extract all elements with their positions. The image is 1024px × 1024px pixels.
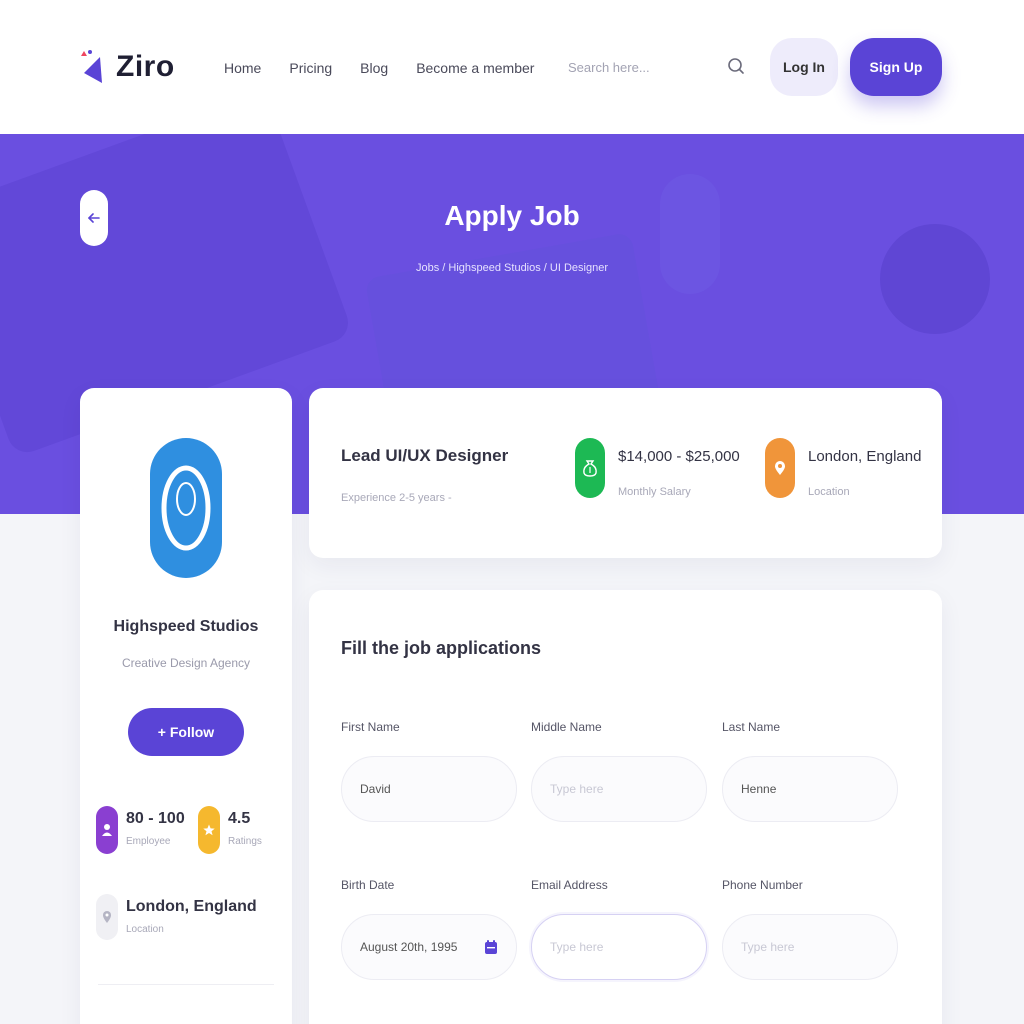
signup-button[interactable]: Sign Up bbox=[850, 38, 942, 96]
phone-input[interactable] bbox=[741, 940, 879, 954]
nav-item-pricing[interactable]: Pricing bbox=[289, 60, 332, 76]
star-icon bbox=[198, 806, 220, 854]
divider bbox=[98, 984, 274, 985]
job-summary-card: Lead UI/UX Designer Experience 2-5 years… bbox=[309, 388, 942, 558]
employee-stat: 80 - 100 Employee bbox=[96, 806, 185, 854]
search-input[interactable] bbox=[560, 59, 710, 75]
page-title: Apply Job bbox=[444, 200, 580, 231]
company-card: Highspeed Studios Creative Design Agency… bbox=[80, 388, 292, 1024]
breadcrumb[interactable]: Jobs / Highspeed Studios / UI Designer bbox=[0, 262, 1024, 274]
birth-date-field bbox=[341, 914, 517, 980]
salary-label: Monthly Salary bbox=[618, 486, 691, 498]
middle-name-label: Middle Name bbox=[531, 720, 602, 734]
form-title: Fill the job applications bbox=[341, 638, 542, 658]
company-avatar bbox=[150, 438, 222, 578]
first-name-field bbox=[341, 756, 517, 822]
map-pin-icon bbox=[96, 894, 118, 940]
last-name-input[interactable] bbox=[741, 782, 879, 796]
ziro-logo-icon bbox=[81, 50, 102, 83]
search-icon[interactable] bbox=[726, 56, 746, 76]
company-location-label: Location bbox=[126, 924, 164, 935]
employee-label: Employee bbox=[126, 836, 171, 847]
middle-name-input[interactable] bbox=[550, 782, 688, 796]
brand-logo[interactable]: Ziro bbox=[78, 47, 175, 87]
email-field bbox=[531, 914, 707, 980]
middle-name-field bbox=[531, 756, 707, 822]
birth-date-label: Birth Date bbox=[341, 878, 395, 892]
last-name-label: Last Name bbox=[722, 720, 781, 734]
birth-date-input[interactable] bbox=[360, 940, 484, 954]
job-experience: Experience 2-5 years - bbox=[341, 492, 452, 504]
company-location-value: London, England bbox=[126, 898, 257, 915]
salary-value: $14,000 - $25,000 bbox=[618, 448, 740, 465]
main-nav: Home Pricing Blog Become a member bbox=[224, 60, 534, 76]
email-input[interactable] bbox=[550, 940, 688, 954]
job-title: Lead UI/UX Designer bbox=[341, 446, 509, 465]
email-label: Email Address bbox=[531, 878, 608, 892]
rating-label: Ratings bbox=[228, 836, 262, 847]
company-logo-icon bbox=[161, 465, 211, 551]
hero-decoration bbox=[880, 224, 990, 334]
nav-item-blog[interactable]: Blog bbox=[360, 60, 388, 76]
first-name-label: First Name bbox=[341, 720, 400, 734]
company-subtitle: Creative Design Agency bbox=[121, 656, 251, 670]
phone-label: Phone Number bbox=[722, 878, 803, 892]
job-location-value: London, England bbox=[808, 448, 922, 465]
company-name: Highspeed Studios bbox=[113, 618, 259, 635]
top-header: Ziro Home Pricing Blog Become a member L… bbox=[0, 0, 1024, 134]
calendar-icon[interactable] bbox=[484, 939, 498, 955]
follow-button[interactable]: + Follow bbox=[128, 708, 244, 756]
company-location: London, England Location bbox=[96, 894, 257, 940]
job-location-label: Location bbox=[808, 486, 850, 498]
last-name-field bbox=[722, 756, 898, 822]
hero-decoration bbox=[660, 174, 720, 294]
phone-field bbox=[722, 914, 898, 980]
rating-value: 4.5 bbox=[228, 810, 251, 827]
search-bar bbox=[560, 42, 750, 92]
nav-item-become-member[interactable]: Become a member bbox=[416, 60, 534, 76]
employee-count: 80 - 100 bbox=[126, 810, 185, 827]
application-form: Fill the job applications First Name Mid… bbox=[309, 590, 942, 1024]
map-pin-icon bbox=[765, 438, 795, 498]
brand-name: Ziro bbox=[116, 50, 175, 83]
money-bag-icon bbox=[575, 438, 605, 498]
rating-stat: 4.5 Ratings bbox=[198, 806, 262, 854]
user-icon bbox=[96, 806, 118, 854]
login-button[interactable]: Log In bbox=[770, 38, 838, 96]
first-name-input[interactable] bbox=[360, 782, 498, 796]
nav-item-home[interactable]: Home bbox=[224, 60, 261, 76]
